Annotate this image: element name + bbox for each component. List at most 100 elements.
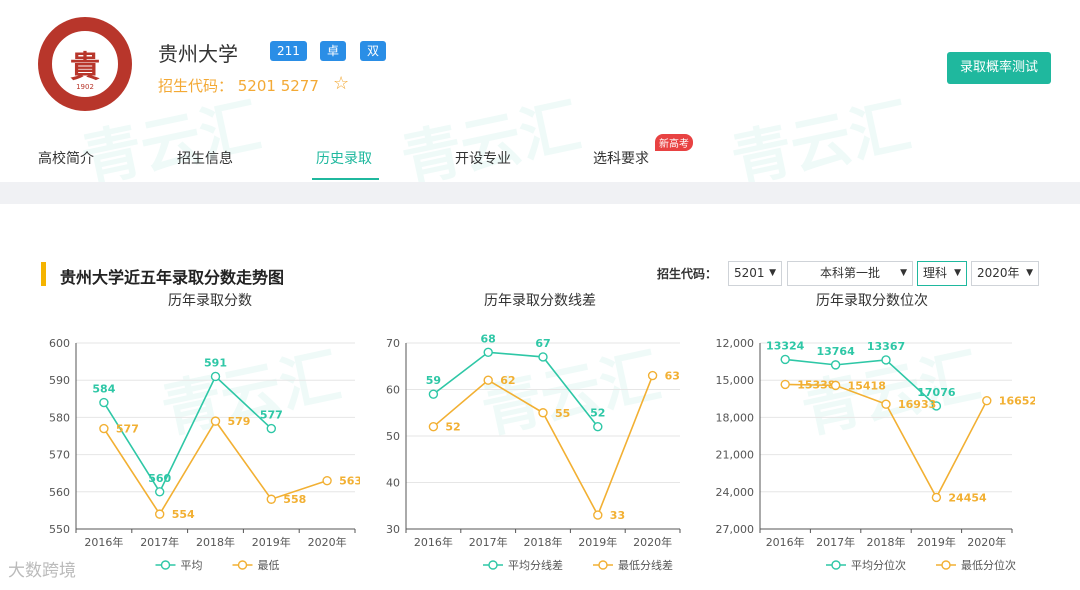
data-point <box>99 423 109 434</box>
chevron-down-icon: ▼ <box>769 268 776 278</box>
data-point <box>210 416 221 426</box>
data-label: 55 <box>555 407 570 420</box>
data-label: 563 <box>339 475 360 488</box>
data-label: 15418 <box>848 379 886 392</box>
data-point <box>538 408 548 418</box>
x-tick-label: 2018年 <box>524 535 563 549</box>
section-title: 贵州大学近五年录取分数走势图 <box>60 268 285 287</box>
line-diff-chart: 70 60 50 40 30 2016年 2017年 2018年 2019年 2020年 59 68 6… <box>386 332 681 572</box>
legend-marker <box>237 560 248 570</box>
data-label: 13324 <box>766 339 805 352</box>
legend-label: 平均 <box>181 559 203 572</box>
data-label: 59 <box>426 374 441 387</box>
data-label: 16933 <box>898 398 936 411</box>
legend-label: 最低分线差 <box>618 558 673 572</box>
year-select[interactable]: 2020年 ▼ <box>971 261 1039 286</box>
batch-select[interactable]: 本科第一批 ▼ <box>787 261 913 286</box>
active-tab-indicator <box>312 178 379 180</box>
data-label: 68 <box>481 332 496 345</box>
badge-211: 211 <box>270 41 307 61</box>
chevron-down-icon: ▼ <box>954 268 961 278</box>
y-tick-label: 40 <box>386 477 400 490</box>
data-point <box>830 360 841 370</box>
data-label: 577 <box>260 409 283 422</box>
tab-nav: 高校简介 招生信息 历史录取 开设专业 选科要求 <box>0 140 1080 182</box>
legend-label: 最低 <box>258 559 280 572</box>
data-point <box>99 397 109 408</box>
data-point <box>428 389 439 399</box>
y-tick-label: 21,000 <box>716 449 755 462</box>
data-point <box>154 509 165 519</box>
data-point <box>647 370 658 381</box>
y-tick-label: 580 <box>49 411 70 424</box>
data-point <box>483 375 493 385</box>
y-tick-label: 70 <box>386 337 400 350</box>
y-tick-label: 15,000 <box>716 374 755 387</box>
chart-title-line-diff: 历年录取分数线差 <box>484 293 596 309</box>
y-tick-label: 24,000 <box>716 486 755 499</box>
x-tick-label: 2019年 <box>578 535 617 549</box>
data-point <box>154 487 165 497</box>
data-point <box>982 395 992 406</box>
legend-marker <box>941 560 951 570</box>
legend-item: 平均 <box>155 559 203 572</box>
x-tick-label: 2020年 <box>308 535 347 549</box>
tab-subject-requirements[interactable]: 选科要求 <box>593 148 649 168</box>
data-label: 579 <box>228 415 251 428</box>
tab-enrollment-info[interactable]: 招生信息 <box>177 148 233 168</box>
favorite-star-icon[interactable]: ☆ <box>333 73 349 94</box>
data-label: 52 <box>445 421 460 434</box>
legend-label: 平均分位次 <box>851 558 906 572</box>
x-tick-label: 2017年 <box>816 535 855 549</box>
x-tick-label: 2020年 <box>967 535 1006 549</box>
x-tick-label: 2016年 <box>766 535 805 549</box>
data-label: 15338 <box>797 378 835 391</box>
data-point <box>881 355 891 365</box>
badge-zhuo: 卓 <box>320 41 347 61</box>
data-point <box>593 421 603 432</box>
tab-majors[interactable]: 开设专业 <box>455 148 511 168</box>
x-tick-label: 2016年 <box>84 535 123 549</box>
tab-school-intro[interactable]: 高校简介 <box>38 148 94 168</box>
data-point <box>593 510 603 520</box>
data-label: 13764 <box>816 345 855 358</box>
legend-item: 最低分位次 <box>936 558 1016 572</box>
code-select[interactable]: 5201 ▼ <box>728 261 782 286</box>
data-point <box>538 352 548 362</box>
legend-marker <box>160 560 171 570</box>
y-tick-label: 600 <box>49 337 70 350</box>
y-tick-label: 560 <box>49 486 70 499</box>
y-tick-label: 590 <box>49 374 70 387</box>
data-label: 584 <box>92 383 115 396</box>
data-point <box>322 475 332 486</box>
data-label: 558 <box>283 493 306 506</box>
y-tick-label: 18,000 <box>716 411 755 424</box>
admission-probability-test-button[interactable]: 录取概率测试 <box>947 52 1051 84</box>
series-line <box>432 375 654 517</box>
y-tick-label: 27,000 <box>716 523 755 536</box>
subject-select[interactable]: 理科 ▼ <box>917 261 967 286</box>
data-label: 13367 <box>867 340 905 353</box>
legend-item: 最低分线差 <box>593 558 673 572</box>
y-tick-label: 570 <box>49 449 70 462</box>
tab-history-admission[interactable]: 历史录取 <box>316 148 372 168</box>
rank-trend-chart: 12,000 15,000 18,000 21,000 24,000 27,000 2016… <box>716 337 1036 572</box>
data-label: 33 <box>610 509 625 522</box>
x-tick-label: 2019年 <box>917 535 956 549</box>
x-tick-label: 2017年 <box>140 535 179 549</box>
divider-band <box>0 182 1080 204</box>
data-label: 577 <box>116 423 139 436</box>
data-point <box>266 494 277 504</box>
data-label: 17076 <box>917 386 956 399</box>
filter-label: 招生代码： <box>657 267 718 281</box>
data-label: 62 <box>500 374 515 387</box>
x-tick-label: 2020年 <box>633 535 672 549</box>
legend-item: 平均分位次 <box>826 558 906 572</box>
legend-marker <box>488 560 498 570</box>
data-label: 554 <box>172 508 195 521</box>
university-logo: 貴 1902 <box>38 17 132 111</box>
legend-label: 平均分线差 <box>508 558 563 572</box>
data-label: 560 <box>148 472 171 485</box>
chevron-down-icon: ▼ <box>900 268 907 278</box>
data-point <box>830 380 841 391</box>
